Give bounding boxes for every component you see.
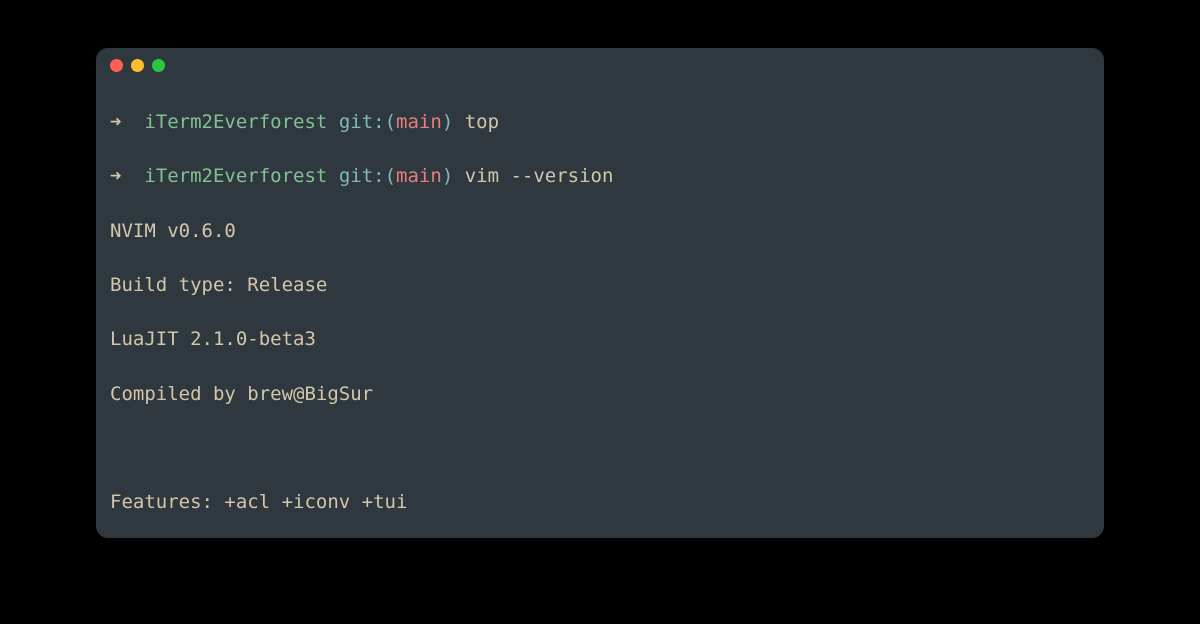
paren-open: ( — [385, 165, 396, 187]
output-line: NVIM v0.6.0 — [110, 218, 1090, 245]
output-line: LuaJIT 2.1.0-beta3 — [110, 326, 1090, 353]
output-line: Build type: Release — [110, 272, 1090, 299]
maximize-icon[interactable] — [152, 59, 165, 72]
terminal-window[interactable]: ➜ iTerm2Everforest git:(main) top ➜ iTer… — [96, 48, 1104, 538]
paren-close: ) — [442, 111, 453, 133]
arrow-icon: ➜ — [110, 111, 121, 133]
typed-command: top — [465, 111, 499, 133]
cwd-segment: iTerm2Everforest — [144, 111, 327, 133]
typed-command: vim --version — [465, 165, 614, 187]
cwd-segment: iTerm2Everforest — [144, 165, 327, 187]
git-branch: main — [396, 111, 442, 133]
minimize-icon[interactable] — [131, 59, 144, 72]
git-branch: main — [396, 165, 442, 187]
output-line: Features: +acl +iconv +tui — [110, 489, 1090, 516]
git-label: git: — [339, 111, 385, 133]
git-label: git: — [339, 165, 385, 187]
prompt-line: ➜ iTerm2Everforest git:(main) top — [110, 109, 1090, 136]
terminal-output[interactable]: ➜ iTerm2Everforest git:(main) top ➜ iTer… — [96, 82, 1104, 538]
paren-close: ) — [442, 165, 453, 187]
output-line: Compiled by brew@BigSur — [110, 381, 1090, 408]
prompt-line: ➜ iTerm2Everforest git:(main) vim --vers… — [110, 163, 1090, 190]
close-icon[interactable] — [110, 59, 123, 72]
arrow-icon: ➜ — [110, 165, 121, 187]
paren-open: ( — [385, 111, 396, 133]
output-line — [110, 435, 1090, 462]
window-titlebar — [96, 48, 1104, 82]
